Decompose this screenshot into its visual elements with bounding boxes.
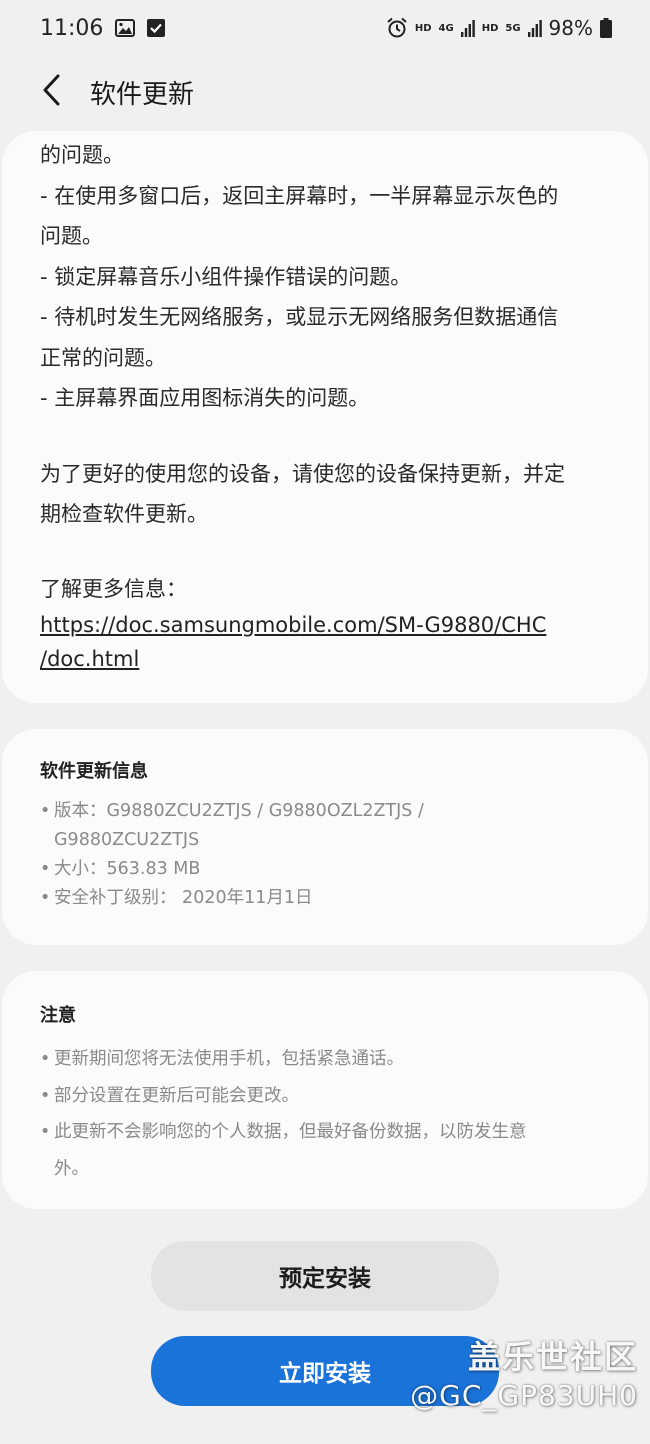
alarm-icon (386, 17, 408, 39)
hd-label: HD (414, 22, 432, 34)
update-info-title: 软件更新信息 (40, 761, 148, 782)
network-5g-label: 5G (505, 22, 521, 34)
more-info-link[interactable]: https://doc.samsungmobile.com/SM-G9880/C… (40, 608, 612, 676)
caution-item: 更新期间您将无法使用手机，包括紧急通话。 (40, 1041, 612, 1078)
page-title: 软件更新 (90, 79, 195, 110)
size-item: 大小：563.83 MB (40, 855, 612, 884)
status-left: 11:06 (40, 15, 166, 41)
status-time: 11:06 (40, 15, 104, 41)
more-info-label: 了解更多信息： (40, 576, 187, 601)
caution-title: 注意 (40, 1005, 76, 1026)
status-right: HD 4G HD 5G 98% (386, 16, 612, 40)
battery-percent: 98% (548, 16, 593, 40)
note-line: - 锁定屏幕音乐小组件操作错误的问题。 (40, 264, 412, 289)
checkbox-icon (147, 19, 166, 37)
watermark-title: 盖乐世社区 (467, 1338, 638, 1376)
status-bar: 11:06 HD 4G HD 5G 98% (0, 0, 650, 56)
signal-icon (527, 19, 542, 37)
note-line: 问题。 (40, 224, 103, 248)
note-line: 正常的问题。 (40, 345, 166, 370)
release-notes-card: 的问题。 - 在使用多窗口后，返回主屏幕时，一半屏幕显示灰色的 问题。 - 锁定… (2, 131, 648, 703)
update-info-card: 软件更新信息 版本：G9880ZCU2ZTJS / G9880OZL2ZTJS … (2, 729, 648, 945)
note-line: - 在使用多窗口后，返回主屏幕时，一半屏幕显示灰色的 (40, 183, 559, 208)
keep-updated-text: 为了更好的使用您的设备，请使您的设备保持更新，并定 (40, 461, 565, 486)
note-line: - 待机时发生无网络服务，或显示无网络服务但数据通信 (40, 305, 559, 329)
patch-item: 安全补丁级别： 2020年11月1日 (40, 884, 612, 913)
caution-item: 部分设置在更新后可能会更改。 (40, 1078, 612, 1115)
keep-updated-text: 期检查软件更新。 (40, 502, 208, 526)
caution-card: 注意 更新期间您将无法使用手机，包括紧急通话。 部分设置在更新后可能会更改。 此… (2, 971, 648, 1209)
network-4g-label: 4G (438, 22, 454, 34)
battery-icon (600, 18, 612, 38)
version-text: 版本：G9880ZCU2ZTJS / G9880OZL2ZTJS / (54, 801, 424, 821)
caution-text: 此更新不会影响您的个人数据，但最好备份数据，以防发生意 (54, 1122, 527, 1142)
image-icon (115, 19, 136, 37)
back-button[interactable] (22, 62, 82, 122)
signal-icon (460, 19, 475, 37)
version-text: G9880ZCU2ZTJS (54, 830, 200, 850)
watermark-handle: @GC_GP83UH0 (410, 1379, 638, 1412)
link-text[interactable]: /doc.html (40, 647, 139, 671)
caution-text: 外。 (54, 1158, 89, 1179)
schedule-install-button[interactable]: 预定安装 (151, 1241, 499, 1311)
note-line: 的问题。 (40, 143, 124, 167)
version-item: 版本：G9880ZCU2ZTJS / G9880OZL2ZTJS / G9880… (40, 797, 612, 855)
watermark: 盖乐世社区 @GC_GP83UH0 (410, 1336, 638, 1414)
caution-item: 此更新不会影响您的个人数据，但最好备份数据，以防发生意 外。 (40, 1114, 612, 1187)
back-arrow-icon (42, 74, 62, 110)
hd-label: HD (481, 22, 499, 34)
link-text[interactable]: https://doc.samsungmobile.com/SM-G9880/C… (40, 613, 546, 637)
note-line: - 主屏幕界面应用图标消失的问题。 (40, 386, 370, 410)
app-header: 软件更新 (0, 56, 650, 128)
